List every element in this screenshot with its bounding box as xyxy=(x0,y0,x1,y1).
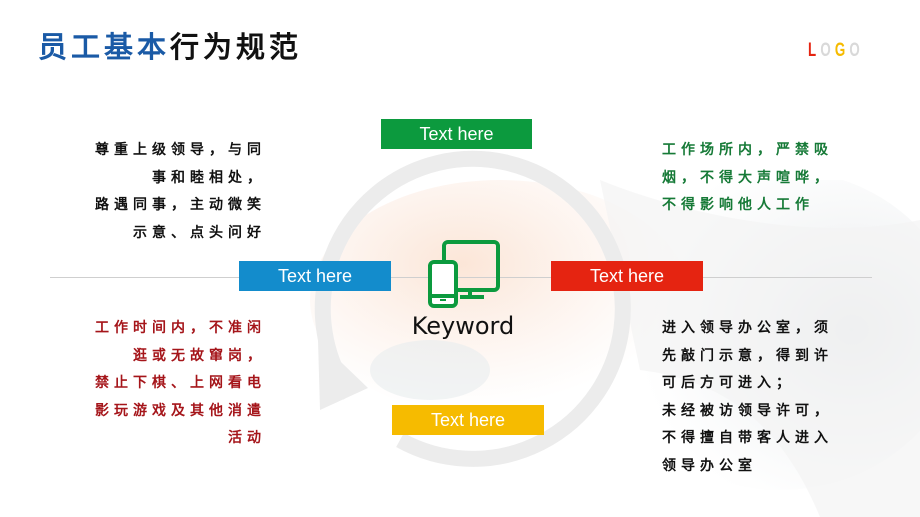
paragraph-line: 烟，不得大声喧哗， xyxy=(662,169,833,186)
devices-icon xyxy=(428,240,500,308)
paragraph-line: 未经被访领导许可， xyxy=(662,402,833,419)
tag-top[interactable]: Text here xyxy=(381,119,532,149)
logo-letter-l: L xyxy=(808,40,821,61)
page-title: 员工基本行为规范 xyxy=(38,24,302,66)
paragraph-line: 示意、点头问好 xyxy=(133,224,266,241)
paragraph-line: 工作场所内，严禁吸 xyxy=(662,142,833,158)
paragraph-line: 先敲门示意，得到许 xyxy=(662,347,833,364)
tag-top-label: Text here xyxy=(419,123,494,144)
paragraph-line: 工作时间内，不准闲 xyxy=(95,320,266,336)
page-title-part1: 员工基本 xyxy=(38,30,171,64)
center-keyword: Keyword xyxy=(411,312,515,340)
paragraph-line: 活动 xyxy=(228,430,266,446)
logo-letter-o2: O xyxy=(849,40,864,61)
paragraph-line: 事和睦相处， xyxy=(152,169,266,186)
paragraph-line: 逛或无故窜岗， xyxy=(133,347,266,364)
paragraph-line: 可后方可进入； xyxy=(662,375,795,391)
logo-letter-g: G xyxy=(834,40,850,61)
paragraph-line: 尊重上级领导，与同 xyxy=(95,142,266,158)
paragraph-top-left: 尊重上级领导，与同 事和睦相处， 路遇同事，主动微笑 示意、点头问好 xyxy=(78,137,266,247)
tag-right[interactable]: Text here xyxy=(551,261,703,291)
tag-right-label: Text here xyxy=(589,265,665,286)
paragraph-top-right: 工作场所内，严禁吸 烟，不得大声喧哗， 不得影响他人工作 xyxy=(662,137,862,220)
paragraph-bottom-left: 工作时间内，不准闲 逛或无故窜岗， 禁止下棋、上网看电 影玩游戏及其他消遣 活动 xyxy=(78,315,266,453)
tag-bottom-label: Text here xyxy=(430,409,506,430)
tag-bottom[interactable]: Text here xyxy=(392,405,544,435)
paragraph-line: 路遇同事，主动微笑 xyxy=(95,197,266,213)
paragraph-line: 禁止下棋、上网看电 xyxy=(95,375,266,391)
page-title-part2: 行为规范 xyxy=(170,30,303,64)
logo-letter-o1: O xyxy=(820,40,835,61)
paragraph-line: 领导办公室 xyxy=(662,457,757,474)
tag-left[interactable]: Text here xyxy=(239,261,391,291)
paragraph-line: 不得擅自带客人进入 xyxy=(662,430,833,446)
paragraph-line: 影玩游戏及其他消遣 xyxy=(95,402,266,419)
tag-left-label: Text here xyxy=(277,265,353,286)
cycle-arrow-head xyxy=(318,340,368,410)
paragraph-line: 不得影响他人工作 xyxy=(662,197,814,213)
paragraph-bottom-right: 进入领导办公室，须 先敲门示意，得到许 可后方可进入； 未经被访领导许可， 不得… xyxy=(662,315,862,480)
paragraph-line: 进入领导办公室，须 xyxy=(662,320,833,336)
logo: LOGO xyxy=(808,40,864,62)
